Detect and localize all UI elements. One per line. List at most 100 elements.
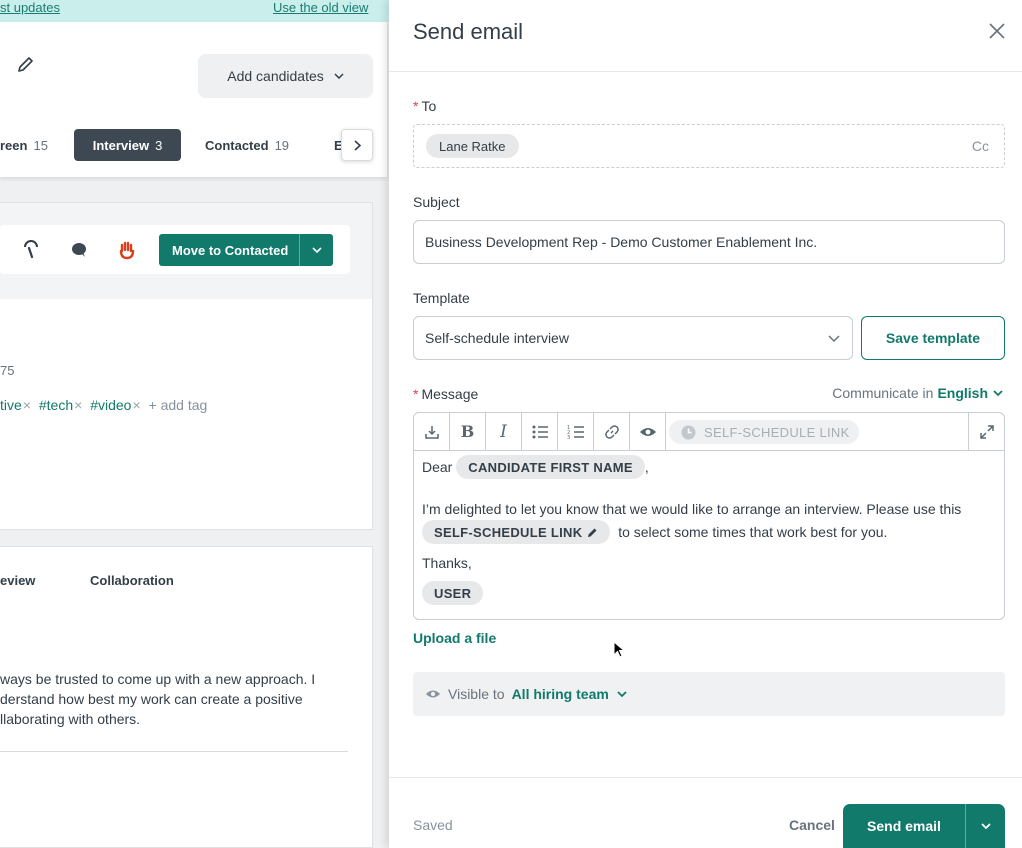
self-schedule-link-label: SELF-SCHEDULE LINK <box>704 424 850 440</box>
drawer-title: Send email <box>413 19 524 44</box>
stage-label: reen <box>0 137 28 153</box>
candidate-header: Move to Contacted <box>0 203 372 299</box>
update-banner: st updates Use the old view <box>0 0 389 22</box>
comment-icon[interactable] <box>68 239 90 261</box>
answer-line: llaborating with others. <box>0 711 141 727</box>
remove-tag-icon[interactable]: × <box>132 397 140 413</box>
candidate-actions: Move to Contacted <box>0 225 350 274</box>
send-email-drawer: Send email * To Lane Ratke Cc Subject Bus… <box>389 0 1022 848</box>
message-line-signature: USER <box>422 581 484 605</box>
remove-tag-icon[interactable]: × <box>23 397 31 413</box>
numbered-list-icon[interactable]: 123 <box>558 413 594 450</box>
add-candidates-label: Add candidates <box>227 68 324 84</box>
to-field[interactable]: Lane Ratke Cc <box>413 124 1005 168</box>
tabs-scroll-right-button[interactable] <box>341 129 373 161</box>
stage-label: Interview <box>92 137 150 153</box>
latest-updates-link[interactable]: st updates <box>0 0 60 15</box>
move-options-toggle[interactable] <box>299 234 333 266</box>
language-selector[interactable]: Communicate in English <box>832 385 1004 401</box>
drawer-footer: Saved Cancel Send email <box>389 777 1022 848</box>
cancel-button[interactable]: Cancel <box>789 817 835 833</box>
chevron-down-icon <box>993 390 1003 397</box>
stage-count: 15 <box>33 137 48 153</box>
visible-team-value: All hiring team <box>511 686 609 702</box>
divider <box>0 751 348 752</box>
candidate-card: Move to Contacted 75 tive× #tech× #video… <box>0 202 373 530</box>
bullet-list-icon[interactable] <box>522 413 558 450</box>
message-line-thanks: Thanks, <box>422 555 472 571</box>
subject-input[interactable]: Business Development Rep - Demo Customer… <box>413 220 1005 264</box>
send-email-button[interactable]: Send email <box>843 804 1005 848</box>
reject-hand-icon[interactable] <box>116 239 138 261</box>
subject-label: Subject <box>413 194 460 210</box>
preview-eye-icon[interactable] <box>630 413 666 450</box>
remove-tag-icon[interactable]: × <box>74 397 82 413</box>
call-icon[interactable] <box>20 239 42 261</box>
italic-icon[interactable]: I <box>486 413 522 450</box>
greeting-text: Dear <box>422 459 453 475</box>
tag[interactable]: #video <box>90 397 131 413</box>
to-label: * To <box>413 98 437 114</box>
bold-icon[interactable]: B <box>450 413 486 450</box>
stage-tabs: reen 15 Interview 3 Contacted 19 E <box>0 129 387 163</box>
old-view-link[interactable]: Use the old view <box>273 0 368 15</box>
candidate-detail-card: eview Collaboration ways be trusted to c… <box>0 546 373 848</box>
stage-tab-interview[interactable]: Interview 3 <box>74 129 181 161</box>
answer-line: ways be trusted to come up with a new ap… <box>0 671 316 687</box>
self-schedule-link-button[interactable]: SELF-SCHEDULE LINK <box>669 420 859 444</box>
drawer-header: Send email <box>389 0 1022 72</box>
move-button-label: Move to Contacted <box>172 242 289 258</box>
communicate-in-label: Communicate in <box>832 385 934 401</box>
tag[interactable]: #tech <box>39 397 73 413</box>
svg-text:3: 3 <box>567 435 570 440</box>
user-token[interactable]: USER <box>422 581 484 605</box>
tag-list: tive× #tech× #video× + add tag <box>0 397 207 413</box>
expand-icon[interactable] <box>968 413 1004 450</box>
answer-text: ways be trusted to come up with a new ap… <box>0 669 372 729</box>
detail-tabs: eview Collaboration <box>0 573 174 588</box>
message-line-link: SELF-SCHEDULE LINK to select some times … <box>422 520 887 544</box>
close-icon[interactable] <box>987 21 1007 41</box>
stage-tab-screen[interactable]: reen 15 <box>0 129 48 161</box>
insert-icon[interactable] <box>414 413 450 450</box>
answer-line: derstand how best my work can create a p… <box>0 691 303 707</box>
send-options-toggle[interactable] <box>965 804 1005 848</box>
tab-review[interactable]: eview <box>0 573 35 588</box>
tab-collaboration[interactable]: Collaboration <box>90 573 174 588</box>
stage-count: 19 <box>274 137 290 153</box>
pencil-icon[interactable] <box>587 527 598 538</box>
candidate-name-token[interactable]: CANDIDATE FIRST NAME <box>456 455 645 479</box>
template-label: Template <box>413 290 470 306</box>
recipient-chip[interactable]: Lane Ratke <box>426 134 519 158</box>
chevron-down-icon <box>311 247 322 253</box>
clock-icon <box>681 425 696 439</box>
chevron-down-icon <box>617 691 627 698</box>
visibility-selector[interactable]: Visible to All hiring team <box>413 672 1005 716</box>
link-icon[interactable] <box>594 413 630 450</box>
message-label: * Message <box>413 386 479 402</box>
save-template-button[interactable]: Save template <box>861 316 1005 360</box>
self-schedule-link-token[interactable]: SELF-SCHEDULE LINK <box>422 520 611 544</box>
link-line-text: to select some times that work best for … <box>618 524 888 540</box>
eye-icon <box>426 690 440 698</box>
add-candidates-button[interactable]: Add candidates <box>198 54 373 98</box>
background-page: st updates Use the old view Add candidat… <box>0 0 389 848</box>
message-line-body: I’m delighted to let you know that we wo… <box>422 501 962 517</box>
mouse-cursor-icon <box>613 641 625 658</box>
link-token-label: SELF-SCHEDULE LINK <box>434 524 583 540</box>
stage-count: 3 <box>155 137 163 153</box>
pencil-icon[interactable] <box>16 54 36 74</box>
upload-file-link[interactable]: Upload a file <box>413 630 496 646</box>
message-editor[interactable]: B I 123 SELF-SCHEDULE LINK Dear CANDIDAT… <box>413 412 1005 620</box>
chevron-down-icon <box>828 335 840 343</box>
chevron-right-icon <box>353 139 361 151</box>
stage-label: Contacted <box>205 137 269 153</box>
language-value: English <box>937 385 988 401</box>
add-tag-button[interactable]: + add tag <box>149 397 208 413</box>
template-select[interactable]: Self-schedule interview <box>413 316 853 360</box>
cc-button[interactable]: Cc <box>972 138 989 154</box>
stage-tab-contacted[interactable]: Contacted 19 <box>205 129 289 161</box>
tag[interactable]: tive <box>0 397 22 413</box>
move-to-contacted-button[interactable]: Move to Contacted <box>159 234 333 266</box>
info-fragment: 75 <box>0 363 15 378</box>
